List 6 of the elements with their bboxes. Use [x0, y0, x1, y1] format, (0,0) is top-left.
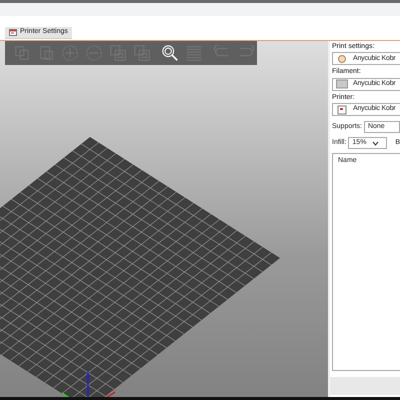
chevron-down-icon	[372, 140, 380, 146]
swatch-icon	[336, 79, 348, 90]
axes-drawing	[62, 371, 116, 397]
printer-icon	[336, 104, 348, 115]
window-icon	[9, 29, 17, 36]
search-icon[interactable]	[161, 43, 179, 63]
